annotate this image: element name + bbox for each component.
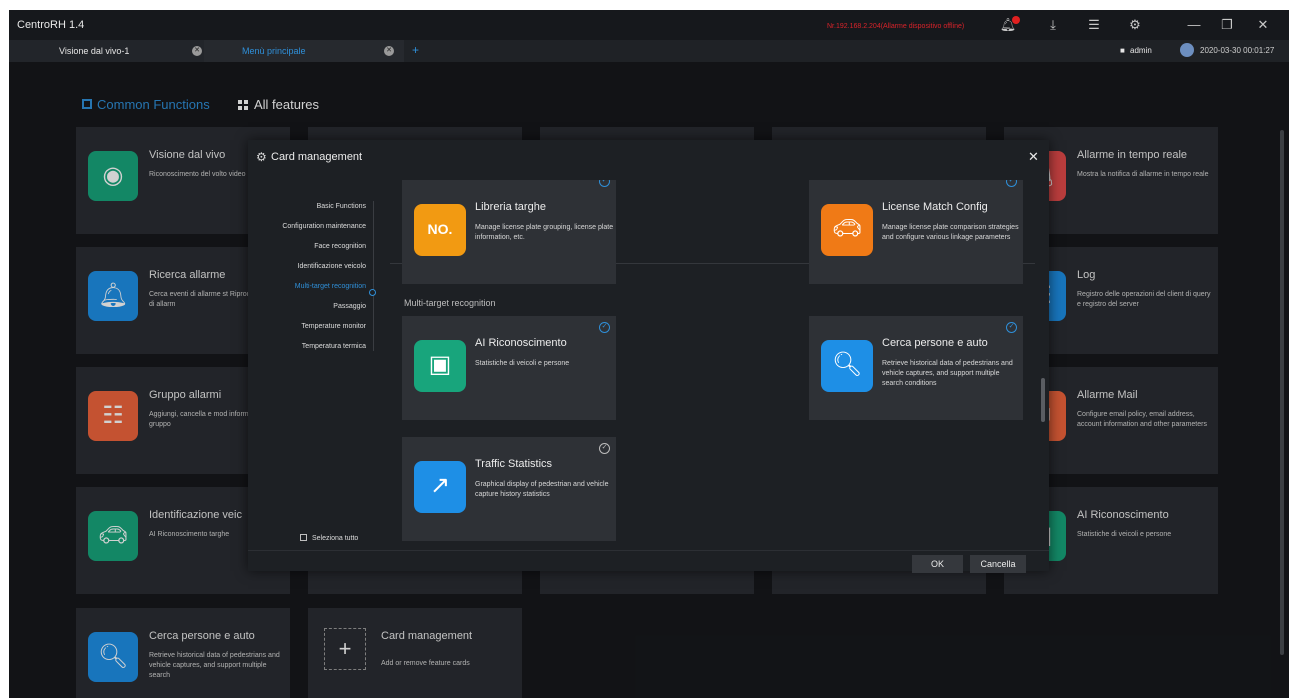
add-tab-icon[interactable]: + [412,43,419,57]
nav-basic-functions[interactable]: Basic Functions [254,197,372,217]
close-icon[interactable]: ✕ [192,46,202,56]
dialog-scrollbar[interactable] [1041,378,1045,422]
cancel-button[interactable]: Cancella [970,555,1026,573]
card-title: Libreria targhe [475,201,546,213]
nav-face-recognition[interactable]: Face recognition [254,237,372,257]
card-management-dialog: ⚙ Card management ✕ Basic Functions Conf… [248,140,1049,573]
alarm-notice[interactable]: Nr.192.168.2.204(Allarme dispositivo off… [827,23,964,30]
card-title: License Match Config [882,201,988,213]
nav-thermal-temperature[interactable]: Temperatura termica [254,337,372,357]
tab-live-view[interactable]: Visione dal vivo-1 ✕ [9,40,204,62]
dialog-title: Card management [271,151,363,163]
card-title: Traffic Statistics [475,458,553,470]
check-icon[interactable]: ✓ [599,322,610,333]
nav-multi-target-recognition[interactable]: Multi-target recognition [254,277,372,297]
nav-active-indicator [369,289,376,296]
tab-label: Visione dal vivo-1 [59,46,130,56]
plate-icon: NO. [414,204,466,256]
selectable-card[interactable]: ✓ 🔍︎ Cerca persone e auto Retrieve histo… [809,316,1023,420]
ok-button[interactable]: OK [912,555,963,573]
check-icon[interactable]: ✓ [599,180,610,187]
selectable-card[interactable]: ✓ 🚗︎ License Match Config Manage license… [809,180,1023,284]
tab-main-menu[interactable]: Menù principale ✕ [204,40,404,62]
nav-temperature-monitor[interactable]: Temperature monitor [254,317,372,337]
selectable-card[interactable]: ✓ NO. Libreria targhe Manage license pla… [402,180,616,284]
card-list: ✓ NO. Libreria targhe Manage license pla… [390,180,1035,542]
person-car-search-icon: 🔍︎ [821,340,873,392]
card-desc: Retrieve historical data of pedestrians … [882,360,1013,387]
car-gear-icon: 🚗︎ [821,204,873,256]
user-name[interactable]: admin [1130,46,1152,55]
check-icon[interactable]: ✓ [1006,180,1017,187]
card-title: Cerca persone e auto [882,337,988,349]
download-icon[interactable]: ⤓ [1044,16,1062,34]
checkbox-box[interactable] [300,534,307,541]
card-desc: Statistiche di veicoli e persone [475,360,570,367]
check-icon[interactable]: ✓ [1006,322,1017,333]
close-window-icon[interactable]: ✕ [1254,16,1272,34]
selectable-card[interactable]: ✓ ↗ Traffic Statistics Graphical display… [402,437,616,541]
nav-track [373,201,374,351]
user-icon: ■ [1120,46,1125,55]
selectable-card[interactable]: ✓ ▣ AI Riconoscimento Statistiche di vei… [402,316,616,420]
nav-passage[interactable]: Passaggio [254,297,372,317]
avatar[interactable] [1180,43,1194,57]
select-all-label: Seleziona tutto [312,535,359,542]
title-bar: CentroRH 1.4 Nr.192.168.2.204(Allarme di… [9,10,1289,40]
tab-bar: Visione dal vivo-1 ✕ Menù principale ✕ +… [9,40,1289,62]
notification-badge [1012,16,1020,24]
card-title: AI Riconoscimento [475,337,567,349]
category-nav: Basic Functions Configuration maintenanc… [254,197,372,357]
datetime: 2020-03-30 00:01:27 [1200,46,1275,55]
nav-vehicle-identification[interactable]: Identificazione veicolo [254,257,372,277]
menu-icon[interactable]: ☰ [1085,16,1103,34]
minimize-icon[interactable]: — [1185,16,1203,34]
settings-icon[interactable]: ⚙ [1126,16,1144,34]
close-icon[interactable]: ✕ [384,46,394,56]
close-icon[interactable]: ✕ [1028,149,1039,165]
card-desc: Manage license plate grouping, license p… [475,224,614,241]
nav-configuration-maintenance[interactable]: Configuration maintenance [254,217,372,237]
ai-icon: ▣ [414,340,466,392]
select-all-checkbox[interactable]: Seleziona tutto [300,534,358,542]
check-icon[interactable]: ✓ [599,443,610,454]
app-window: CentroRH 1.4 Nr.192.168.2.204(Allarme di… [9,10,1289,698]
gear-icon: ⚙ [256,150,267,164]
restore-icon[interactable]: ❐ [1218,16,1236,34]
tab-label: Menù principale [242,46,306,56]
card-desc: Graphical display of pedestrian and vehi… [475,481,609,498]
app-title: CentroRH 1.4 [17,19,85,31]
footer-divider [248,550,1049,551]
chart-icon: ↗ [414,461,466,513]
card-desc: Manage license plate comparison strategi… [882,224,1019,241]
